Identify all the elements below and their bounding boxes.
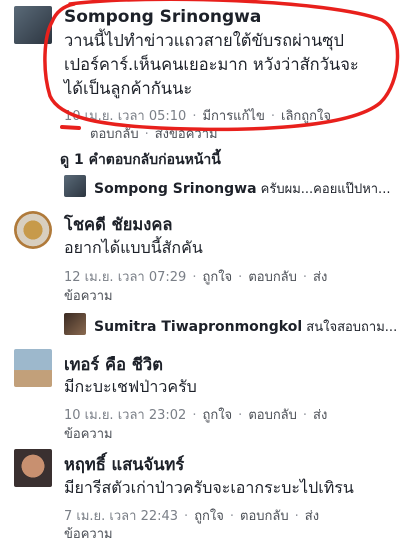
reply-link[interactable]: ตอบกลับ [240, 509, 289, 524]
reply-text: สนใจสอบถาม... [306, 320, 398, 335]
comment-author[interactable]: หฤทธิ์ แสนจันทร์ [64, 452, 184, 478]
comment-meta-2: ตอบกลับ · ส่งข้อความ [90, 127, 218, 142]
edited-link[interactable]: มีการแก้ไข [202, 109, 264, 124]
comment-text: มียารีสตัวเก่าป่าวครับจะเอากระบะไปเทิรน [64, 478, 354, 497]
reply-link[interactable]: ตอบกลับ [90, 127, 139, 142]
like-link[interactable]: ถูกใจ [202, 270, 232, 285]
timestamp[interactable]: 10 เม.ย. เวลา 05:10 [64, 109, 186, 124]
reply-author[interactable]: Sompong Srinongwa [94, 181, 257, 197]
reply-text: ครับผม...คอยแป๊ปหา... [260, 182, 391, 197]
like-link[interactable]: ถูกใจ [202, 408, 232, 423]
message-link[interactable]: ส่ง [313, 408, 327, 423]
timestamp[interactable]: 10 เม.ย. เวลา 23:02 [64, 408, 186, 423]
comment-author[interactable]: Sompong Srinongwa [64, 7, 261, 27]
comment-author[interactable]: โชคดี ชัยมงคล [64, 212, 173, 238]
comment-meta: 10 เม.ย. เวลา 23:02 · ถูกใจ · ตอบกลับ · ส่ง [64, 408, 328, 423]
reply-link[interactable]: ตอบกลับ [248, 270, 297, 285]
comment-meta-2: ข้อความ [64, 285, 113, 306]
message-link[interactable]: ส่งข้อความ [155, 127, 218, 142]
message-link[interactable]: ส่ง [305, 509, 319, 524]
timestamp[interactable]: 12 เม.ย. เวลา 07:29 [64, 270, 186, 285]
avatar[interactable] [14, 349, 52, 387]
avatar[interactable] [64, 313, 86, 335]
reply-item: Sompong Srinongwa ครับผม...คอยแป๊ปหา... [94, 178, 390, 199]
message-link[interactable]: ข้อความ [64, 289, 113, 304]
avatar[interactable] [14, 449, 52, 487]
avatar[interactable] [14, 6, 52, 44]
avatar[interactable] [64, 175, 86, 197]
comment-text: มีกะบะเชฟป่าวครับ [64, 377, 197, 396]
unlike-link[interactable]: เลิกถูกใจ [281, 109, 331, 124]
message-link[interactable]: ข้อความ [64, 527, 113, 542]
avatar[interactable] [14, 211, 52, 249]
comment-text: วานนี้ไปทำข่าวแถวสายใต้ขับรถผ่านซุป เปอร… [64, 31, 359, 98]
reply-author[interactable]: Sumitra Tiwapronmongkol [94, 319, 302, 335]
comment-meta-2: ข้อความ [64, 523, 113, 544]
message-link[interactable]: ข้อความ [64, 427, 113, 442]
comment-text: อยากได้แบบนี้สักคัน [64, 238, 203, 257]
view-previous-replies-link[interactable]: ดู 1 คำตอบกลับก่อนหน้านี้ [60, 149, 221, 171]
message-link[interactable]: ส่ง [313, 270, 327, 285]
reply-link[interactable]: ตอบกลับ [248, 408, 297, 423]
timestamp[interactable]: 7 เม.ย. เวลา 22:43 [64, 509, 178, 524]
reply-item: Sumitra Tiwapronmongkol สนใจสอบถาม... [94, 316, 397, 337]
comment-meta-2: ข้อความ [64, 423, 113, 444]
like-link[interactable]: ถูกใจ [194, 509, 224, 524]
comment-meta: 12 เม.ย. เวลา 07:29 · ถูกใจ · ตอบกลับ · ส่ง [64, 270, 328, 285]
